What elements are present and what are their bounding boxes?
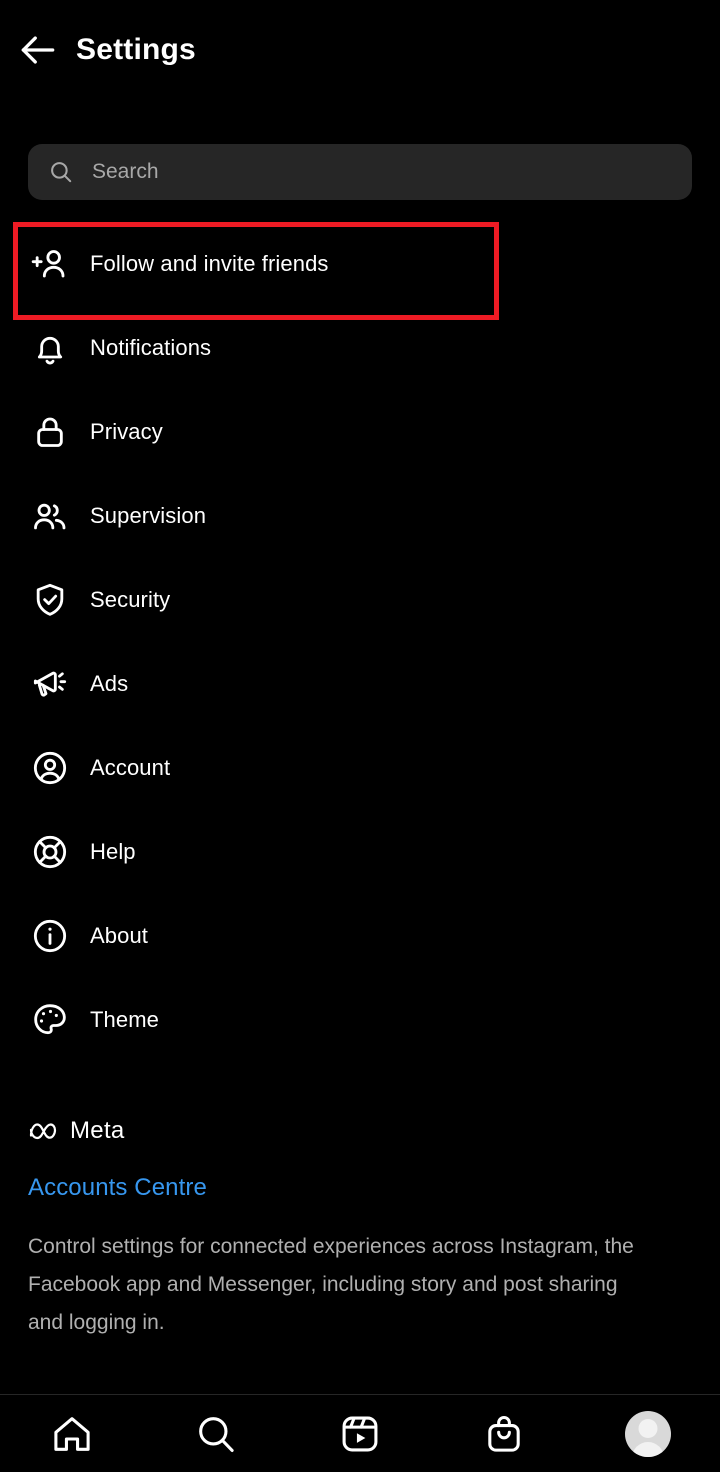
settings-list: Follow and invite friends Notifications …	[0, 222, 720, 1062]
nav-item-reels[interactable]	[288, 1395, 432, 1472]
home-icon	[49, 1411, 95, 1457]
back-button[interactable]	[0, 0, 76, 100]
settings-row-label: About	[90, 923, 148, 948]
settings-row-follow-and-invite-friends[interactable]: Follow and invite friends	[0, 222, 720, 320]
lock-icon	[28, 410, 72, 454]
person-plus-icon	[28, 242, 72, 286]
settings-row-label: Security	[90, 587, 171, 612]
arrow-left-icon	[16, 28, 60, 72]
settings-row-theme[interactable]: Theme	[0, 978, 720, 1062]
settings-row-security[interactable]: Security	[0, 558, 720, 642]
search-icon	[48, 159, 74, 185]
info-circle-icon	[28, 914, 72, 958]
nav-item-profile[interactable]	[576, 1395, 720, 1472]
settings-row-label: Follow and invite friends	[90, 251, 329, 276]
meta-description: Control settings for connected experienc…	[28, 1235, 634, 1334]
search-input[interactable]: Search	[28, 144, 692, 200]
settings-screen: Settings Search Follow and invite friend…	[0, 0, 720, 1472]
meta-section: Meta Accounts Centre Control settings fo…	[28, 1110, 668, 1342]
settings-row-label: Help	[90, 839, 136, 864]
settings-row-label: Privacy	[90, 419, 163, 444]
search-placeholder: Search	[92, 160, 159, 183]
settings-row-label: Theme	[90, 1007, 159, 1032]
settings-row-supervision[interactable]: Supervision	[0, 474, 720, 558]
settings-row-label: Ads	[90, 671, 129, 696]
settings-row-account[interactable]: Account	[0, 726, 720, 810]
person-circle-icon	[28, 746, 72, 790]
settings-row-label: Supervision	[90, 503, 207, 528]
bottom-nav	[0, 1395, 720, 1472]
nav-item-home[interactable]	[0, 1395, 144, 1472]
life-ring-icon	[28, 830, 72, 874]
reels-icon	[337, 1411, 383, 1457]
settings-row-ads[interactable]: Ads	[0, 642, 720, 726]
accounts-centre-link[interactable]: Accounts Centre	[28, 1174, 668, 1202]
meta-wordmark: Meta	[70, 1117, 125, 1144]
people-icon	[28, 494, 72, 538]
palette-icon	[28, 998, 72, 1042]
search-icon	[193, 1411, 239, 1457]
settings-row-help[interactable]: Help	[0, 810, 720, 894]
shop-bag-icon	[481, 1411, 527, 1457]
settings-row-notifications[interactable]: Notifications	[0, 306, 720, 390]
meta-infinity-icon	[28, 1120, 62, 1142]
search-container: Search	[28, 144, 692, 200]
meta-brand: Meta	[28, 1110, 668, 1152]
bell-icon	[28, 326, 72, 370]
page-title: Settings	[76, 33, 196, 66]
shield-check-icon	[28, 578, 72, 622]
avatar-icon	[625, 1410, 671, 1457]
settings-row-privacy[interactable]: Privacy	[0, 390, 720, 474]
settings-row-label: Notifications	[90, 335, 212, 360]
megaphone-icon	[28, 662, 72, 706]
settings-row-label: Account	[90, 755, 171, 780]
nav-item-search[interactable]	[144, 1395, 288, 1472]
nav-item-shop[interactable]	[432, 1395, 576, 1472]
settings-row-about[interactable]: About	[0, 894, 720, 978]
header: Settings	[0, 0, 720, 100]
